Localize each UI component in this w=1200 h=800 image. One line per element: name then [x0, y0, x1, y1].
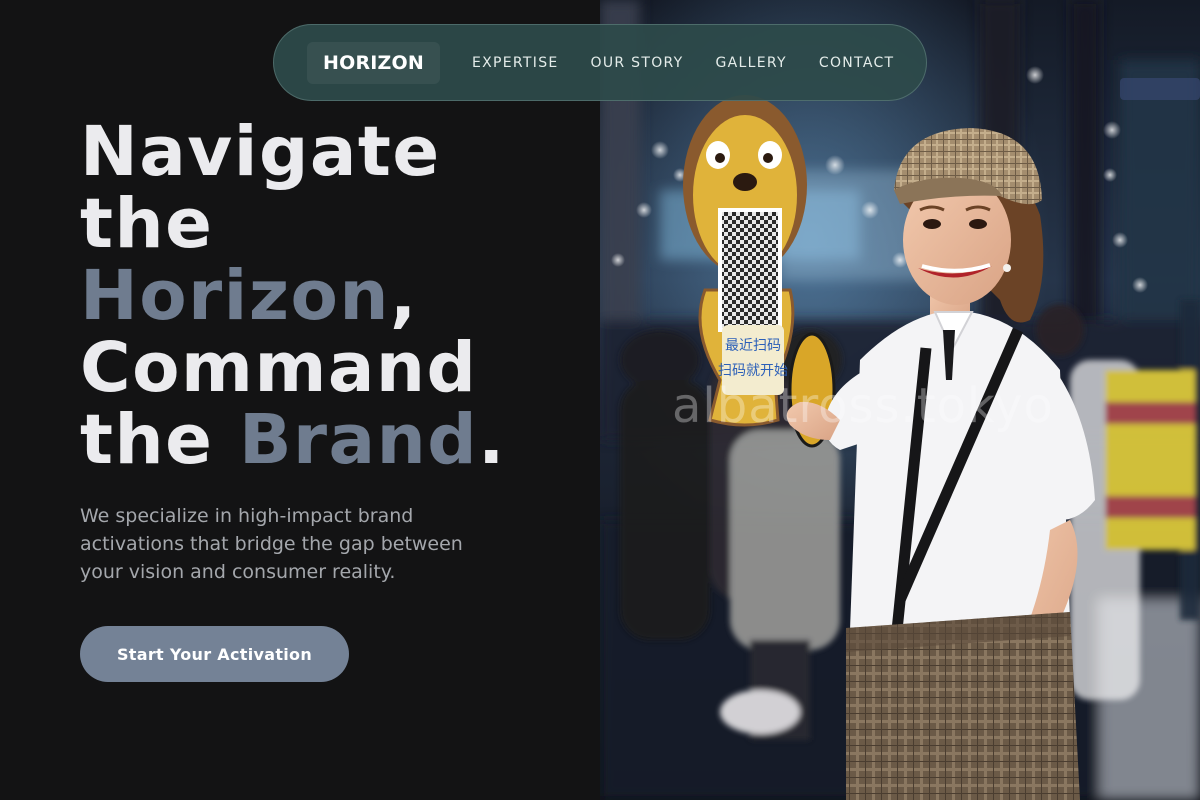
hero-title: Navigate the Horizon, Command the Brand. — [80, 116, 580, 476]
brand-logo-link[interactable]: HORIZON — [307, 41, 440, 84]
nav-links: EXPERTISE OUR STORY GALLERY CONTACT — [456, 55, 910, 71]
hero-title-line-1: Navigate — [80, 112, 441, 192]
hero-title-period: . — [478, 400, 506, 480]
hero-title-comma: , — [390, 256, 418, 336]
hero-panel: Navigate the Horizon, Command the Brand.… — [0, 0, 600, 800]
hero-title-line-2: the — [80, 184, 214, 264]
sign-text-2: 扫码就开始 — [718, 363, 788, 379]
hero-photo: 最近扫码 扫码就开始 albatross.tokyo — [600, 0, 1200, 800]
landing-page: Navigate the Horizon, Command the Brand.… — [0, 0, 1200, 800]
hero-title-line-5-prefix: the — [80, 400, 239, 480]
nav-link-expertise[interactable]: EXPERTISE — [456, 55, 575, 71]
hero-subtitle: We specialize in high-impact brand activ… — [80, 505, 463, 583]
hero-title-line-4: Command — [80, 328, 478, 408]
start-activation-button[interactable]: Start Your Activation — [80, 626, 349, 682]
hero-title-accent-horizon: Horizon — [80, 256, 391, 336]
hero-title-accent-brand: Brand — [238, 400, 479, 480]
nav-link-gallery[interactable]: GALLERY — [700, 55, 803, 71]
nav-link-contact[interactable]: CONTACT — [803, 55, 911, 71]
sign-text-1: 最近扫码 — [725, 338, 781, 354]
watermark-text: albatross.tokyo — [672, 378, 1054, 434]
top-navigation: HORIZON EXPERTISE OUR STORY GALLERY CONT… — [273, 24, 927, 101]
nav-link-our-story[interactable]: OUR STORY — [575, 55, 700, 71]
